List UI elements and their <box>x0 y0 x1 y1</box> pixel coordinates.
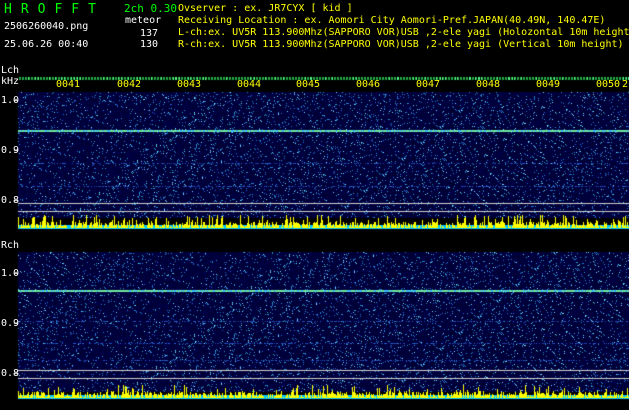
time-label: 0041 <box>56 79 81 90</box>
lch-tick-1-0: 1.0 <box>1 95 20 106</box>
rch-label: Rch <box>1 240 20 251</box>
time-label: 0047 <box>416 79 441 90</box>
time-label: 0044 <box>237 79 262 90</box>
lch-receiver-info: L-ch:ex. UV5R 113.900Mhz(SAPPORO VOR)USB… <box>178 27 629 38</box>
rch-tick-0-9: 0.9 <box>1 318 20 329</box>
file-name: 2506260040.png <box>4 21 89 32</box>
time-label: 0048 <box>476 79 501 90</box>
meteor-count-lch: 137 <box>139 28 158 39</box>
observer-info: Ovserver : ex. JR7CYX [ kid ] <box>178 3 353 14</box>
time-label: 0042 <box>117 79 142 90</box>
rch-tick-1-0: 1.0 <box>1 268 20 279</box>
location-info: Receiving Location : ex. Aomori City Aom… <box>178 15 606 26</box>
capture-datetime: 25.06.26 00:40 <box>4 39 89 50</box>
time-label: 0050 <box>596 79 621 90</box>
time-label: 2 <box>622 79 629 90</box>
rch-receiver-info: R-ch:ex. UV5R 113.900Mhz(SAPPORO VOR)USB… <box>178 39 624 50</box>
meteor-label: meteor <box>125 15 162 26</box>
frequency-unit: kHz <box>1 76 20 87</box>
lch-tick-0-9: 0.9 <box>1 145 20 156</box>
time-label: 0049 <box>536 79 561 90</box>
app-logo: HROFFT <box>4 2 105 17</box>
spectrogram-canvas <box>0 0 629 410</box>
rch-tick-0-8: 0.8 <box>1 368 20 379</box>
time-label: 0043 <box>177 79 202 90</box>
lch-tick-0-8: 0.8 <box>1 195 20 206</box>
time-label: 0045 <box>296 79 321 90</box>
lch-label: Lch <box>1 65 20 76</box>
version-label: 2ch 0.30 <box>124 2 177 15</box>
meteor-count-rch: 130 <box>139 39 158 50</box>
time-label: 0046 <box>356 79 381 90</box>
